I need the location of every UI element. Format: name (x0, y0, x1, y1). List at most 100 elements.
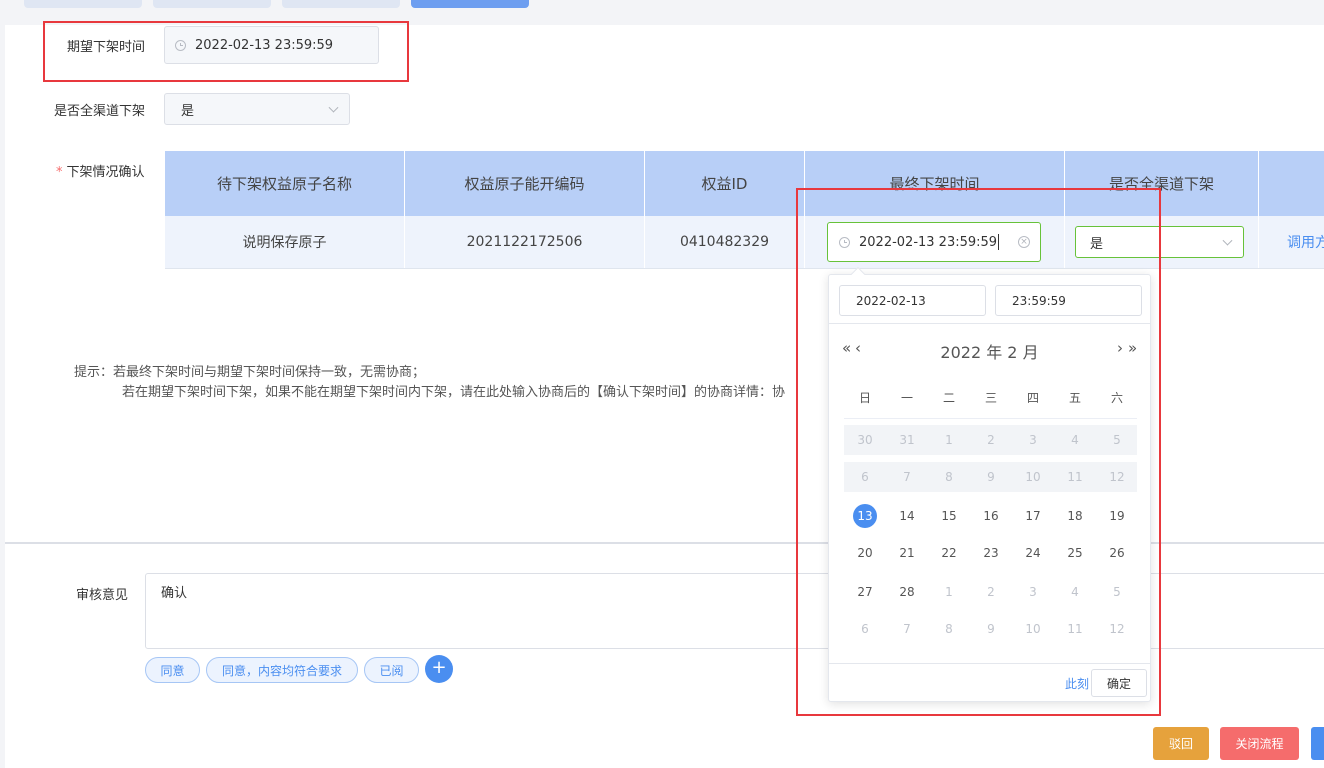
day-cell: 10 (1025, 622, 1041, 636)
chip-agree[interactable]: 同意 (145, 657, 200, 683)
day-cell[interactable]: 22 (928, 538, 970, 568)
day-cell[interactable]: 16 (970, 501, 1012, 531)
day-cell: 9 (987, 470, 995, 484)
day-cell[interactable]: 19 (1096, 501, 1138, 531)
day-cell[interactable]: 23 (970, 538, 1012, 568)
day-cell[interactable]: 24 (1012, 538, 1054, 568)
weekday-divider (844, 418, 1137, 419)
day-cell: 5 (1113, 433, 1121, 447)
reject-button[interactable]: 驳回 (1153, 727, 1209, 760)
expected-time-input: 2022-02-13 23:59:59 (164, 26, 379, 64)
confirm-table: 待下架权益原子名称 权益原子能开编码 权益ID 最终下架时间 是否全渠道下架 说… (165, 151, 1324, 269)
picker-footer-divider (829, 663, 1150, 664)
all-channels-label: 是否全渠道下架 (54, 104, 146, 119)
table-header: 待下架权益原子名称 权益原子能开编码 权益ID 最终下架时间 是否全渠道下架 (165, 151, 1324, 216)
hint-line-2: 若在期望下架时间下架，如果不能在期望下架时间内下架，请在此处输入协商后的【确认下… (122, 385, 786, 400)
tab-stub-3[interactable] (282, 0, 400, 8)
tab-stub-1[interactable] (24, 0, 142, 8)
day-cell[interactable]: 26 (1096, 538, 1138, 568)
chip-agree-compliant[interactable]: 同意，内容均符合要求 (206, 657, 358, 683)
cell-code: 2021122172506 (405, 216, 645, 268)
chevron-down-icon (1222, 235, 1233, 246)
picker-date-input[interactable]: 2022-02-13 (839, 285, 986, 316)
row-all-channels-select[interactable]: 是 (1075, 226, 1244, 258)
tab-stub-active[interactable] (411, 0, 529, 8)
chevron-down-icon (328, 102, 339, 113)
review-label: 审核意见 (76, 588, 129, 603)
next-month-icon[interactable]: › (1117, 339, 1123, 357)
day-cell: 8 (945, 470, 953, 484)
weekday-3: 三 (984, 391, 997, 405)
th-code: 权益原子能开编码 (405, 151, 645, 216)
day-cell: 6 (861, 622, 869, 636)
th-rights-id: 权益ID (645, 151, 805, 216)
weekday-2: 二 (942, 391, 955, 405)
expected-time-label: 期望下架时间 (67, 40, 146, 55)
day-cell[interactable]: 17 (1012, 501, 1054, 531)
top-tabs-strip (0, 0, 1324, 18)
next-year-icon[interactable]: » (1128, 339, 1137, 357)
all-channels-select: 是 (164, 93, 350, 125)
day-cell: 1 (945, 585, 953, 599)
day-cell[interactable]: 15 (928, 501, 970, 531)
confirm-label: * 下架情况确认 (56, 161, 145, 180)
day-cell: 6 (861, 470, 869, 484)
weekday-6: 六 (1110, 391, 1123, 405)
now-button[interactable]: 此刻 (1065, 675, 1089, 692)
tab-stub-2[interactable] (153, 0, 271, 8)
picker-time-input[interactable]: 23:59:59 (995, 285, 1142, 316)
chip-read[interactable]: 已阅 (364, 657, 419, 683)
day-cell: 12 (1109, 470, 1125, 484)
day-cell: 8 (945, 622, 953, 636)
weekday-4: 四 (1026, 391, 1039, 405)
required-star: * (56, 165, 63, 180)
hint-line-1: 提示：若最终下架时间与期望下架时间保持一致，无需协商； (74, 365, 426, 380)
day-cell[interactable]: 21 (886, 538, 928, 568)
all-channels-value: 是 (181, 103, 195, 119)
day-cell: 30 (857, 433, 873, 447)
day-cell[interactable]: 27 (844, 577, 886, 607)
day-cell: 4 (1071, 585, 1079, 599)
confirm-label-text: 下架情况确认 (66, 165, 145, 180)
day-cell: 3 (1029, 433, 1037, 447)
final-time-value: 2022-02-13 23:59:59 (859, 234, 998, 250)
hint-text: 提示：若最终下架时间与期望下架时间保持一致，无需协商； 若在期望下架时间下架，如… (74, 363, 785, 403)
cell-all-channels: 是 (1065, 216, 1259, 268)
day-cell: 5 (1113, 585, 1121, 599)
table-row: 说明保存原子 2021122172506 0410482329 2022-02-… (165, 216, 1324, 268)
th-all-channels: 是否全渠道下架 (1065, 151, 1259, 216)
day-cell[interactable]: 25 (1054, 538, 1096, 568)
day-cell: 9 (987, 622, 995, 636)
day-cell: 10 (1025, 470, 1041, 484)
expected-time-value: 2022-02-13 23:59:59 (195, 37, 334, 53)
th-final-time: 最终下架时间 (805, 151, 1065, 216)
text-caret (998, 234, 1000, 250)
day-cell: 12 (1109, 622, 1125, 636)
day-cell-selected[interactable]: 13 (844, 501, 886, 531)
day-cell: 31 (899, 433, 915, 447)
day-cell[interactable]: 18 (1054, 501, 1096, 531)
day-cell: 11 (1067, 470, 1083, 484)
clear-icon[interactable]: × (1018, 236, 1030, 248)
day-cell[interactable]: 28 (886, 577, 928, 607)
weekday-1: 一 (900, 391, 913, 405)
ok-button[interactable]: 确定 (1091, 669, 1147, 697)
day-cell[interactable]: 20 (844, 538, 886, 568)
day-cell: 7 (903, 470, 911, 484)
picker-title: 2022 年 2 月 (940, 343, 1039, 362)
row-all-channels-value: 是 (1090, 236, 1104, 252)
weekday-5: 五 (1068, 391, 1081, 405)
cell-rights-id: 0410482329 (645, 216, 805, 268)
final-time-input[interactable]: 2022-02-13 23:59:59 × (827, 222, 1041, 262)
add-comment-button[interactable]: + (425, 655, 453, 683)
clock-icon (175, 39, 186, 51)
day-cell[interactable]: 14 (886, 501, 928, 531)
datetime-picker: 2022-02-13 23:59:59 « ‹ 2022 年 2 月 › » 日… (828, 266, 1151, 702)
row-action-link[interactable]: 调用方 (1287, 232, 1324, 252)
day-cell: 4 (1071, 433, 1079, 447)
th-name: 待下架权益原子名称 (165, 151, 405, 216)
submit-button[interactable] (1311, 727, 1324, 760)
weekday-0: 日 (858, 391, 871, 405)
close-flow-button[interactable]: 关闭流程 (1220, 727, 1299, 760)
cell-action: 调用方 (1259, 216, 1324, 268)
